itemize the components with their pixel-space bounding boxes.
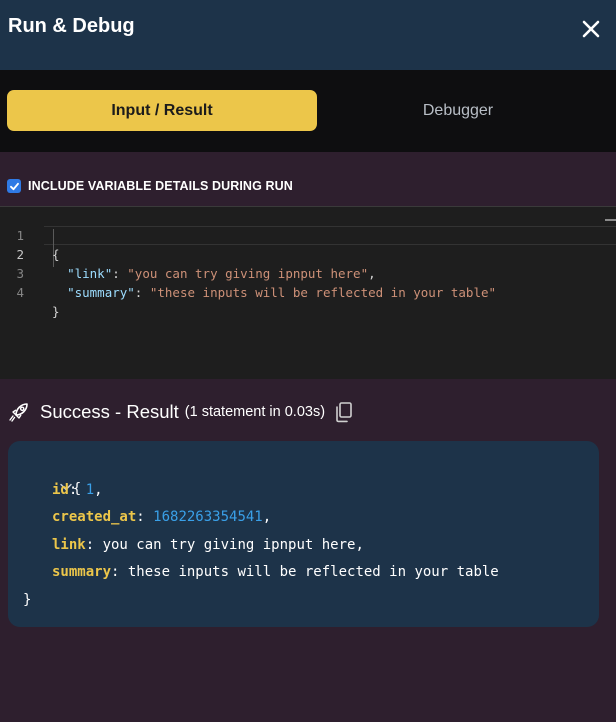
result-value: 1 (85, 482, 95, 498)
editor-line: 1 { (0, 207, 616, 262)
comma: , (94, 482, 103, 498)
close-button[interactable] (576, 14, 606, 44)
panel-header: Run & Debug (0, 0, 616, 70)
tab-bar: Debugger Input / Result (0, 70, 616, 152)
json-string-value: "these inputs will be reflected in your … (149, 285, 497, 300)
result-value: these inputs will be reflected in your t… (127, 564, 499, 580)
result-field-row: link: you can try giving ipnput here, (52, 537, 364, 553)
tab-debugger[interactable]: Debugger (300, 90, 616, 131)
result-value: 1682263354541 (153, 509, 263, 525)
checkmark-icon (9, 182, 19, 190)
result-open-row: { (25, 456, 81, 497)
line-number: 4 (16, 285, 24, 300)
comma: , (262, 509, 272, 525)
result-field-row: summary: these inputs will be reflected … (52, 564, 499, 580)
include-variable-details-checkbox[interactable] (7, 179, 21, 193)
result-key: link (52, 537, 86, 553)
close-icon (582, 20, 600, 38)
close-brace: } (52, 304, 60, 319)
result-key: id (52, 482, 69, 498)
result-key: created_at (52, 509, 137, 525)
comma: , (355, 537, 364, 553)
include-variable-details-label: INCLUDE VARIABLE DETAILS DURING RUN (28, 179, 293, 193)
result-field-row: id: 1, (52, 482, 103, 498)
result-title: Success - Result (40, 401, 179, 422)
rocket-icon (9, 403, 28, 422)
include-variable-details-option[interactable]: INCLUDE VARIABLE DETAILS DURING RUN (7, 176, 293, 196)
result-key: summary (52, 564, 112, 580)
tab-input-result[interactable]: Input / Result (7, 90, 317, 131)
result-header: Success - Result (1 statement in 0.03s) (8, 398, 354, 426)
editor-line: 2 "link": "you can try giving ipnput her… (0, 226, 616, 281)
result-output: { id: 1, created_at: 1682263354541, link… (8, 441, 599, 627)
editor-line: 4 } (0, 264, 616, 319)
result-field-row: created_at: 1682263354541, (52, 509, 272, 525)
panel-title: Run & Debug (8, 15, 135, 37)
result-statement-info: (1 statement in 0.03s) (184, 404, 326, 420)
json-key: "summary" (67, 285, 135, 300)
editor-line: 3 "summary": "these inputs will be refle… (0, 245, 616, 300)
result-value: you can try giving ipnput here (102, 537, 356, 553)
json-input-editor[interactable]: 1 { 2 "link": "you can try giving ipnput… (0, 206, 616, 379)
result-close-row: } (23, 589, 31, 611)
copy-button[interactable] (334, 401, 354, 423)
result-close-brace: } (23, 592, 32, 608)
copy-icon (336, 402, 352, 423)
